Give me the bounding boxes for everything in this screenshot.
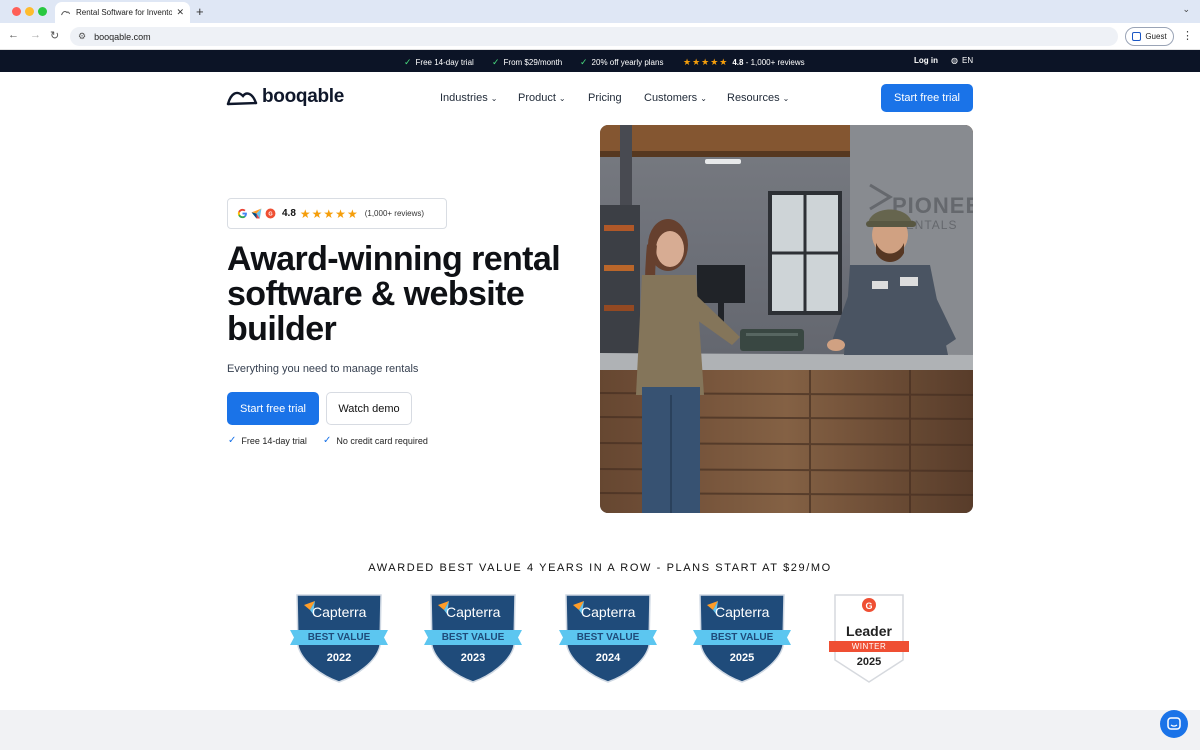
- tab-title: Rental Software for Inventory: [76, 8, 173, 17]
- minimize-window-button[interactable]: [25, 7, 34, 16]
- review-count: (1,000+ reviews): [364, 209, 425, 218]
- badge-label: BEST VALUE: [576, 632, 640, 643]
- nav-industries[interactable]: Industries ⌄: [440, 92, 497, 104]
- hero-subtitle: Everything you need to manage rentals: [227, 363, 419, 375]
- capterra-icon: [251, 208, 262, 219]
- g2-icon: G: [265, 208, 276, 219]
- capterra-brand: Capterra: [581, 604, 636, 620]
- announcement-item: ✓ From $29/month: [492, 57, 563, 67]
- hero-check-item: ✓ No credit card required: [323, 435, 428, 446]
- chevron-down-icon: ⌄: [700, 93, 707, 103]
- chat-icon: [1167, 717, 1181, 730]
- browser-tab[interactable]: Rental Software for Inventory ✕: [55, 2, 190, 23]
- nav-product[interactable]: Product ⌄: [518, 92, 566, 104]
- check-icon: ✓: [404, 57, 412, 67]
- badge-year: 2024: [595, 652, 621, 664]
- badge-label: BEST VALUE: [307, 632, 371, 643]
- language-selector[interactable]: ◍ EN: [951, 56, 973, 65]
- nav-customers[interactable]: Customers ⌄: [644, 92, 707, 104]
- star-rating-icon: ★★★★★: [299, 206, 359, 221]
- g2-year: 2025: [856, 656, 882, 668]
- back-arrow-icon[interactable]: ←: [8, 29, 19, 41]
- badge-year: 2022: [326, 652, 352, 664]
- capterra-brand: Capterra: [312, 604, 367, 620]
- booqable-logo-icon: [226, 91, 258, 106]
- browser-toolbar: ← → ↻ ⚙ booqable.com Guest ⋮: [0, 23, 1200, 50]
- check-icon: ✓: [492, 57, 500, 67]
- g2-leader-badge: G Leader WINTER 2025: [829, 594, 909, 689]
- login-link[interactable]: Log in: [914, 56, 938, 65]
- browser-menu-icon[interactable]: ⋮: [1182, 29, 1193, 42]
- chat-launcher-button[interactable]: [1160, 710, 1188, 738]
- capterra-brand: Capterra: [715, 604, 770, 620]
- close-window-button[interactable]: [12, 7, 21, 16]
- next-section-band: [0, 710, 1200, 750]
- header-start-trial-button[interactable]: Start free trial: [881, 84, 973, 112]
- site-settings-icon[interactable]: ⚙: [78, 31, 86, 42]
- url-text: booqable.com: [94, 31, 151, 42]
- booqable-logo[interactable]: booqable: [226, 86, 344, 108]
- chevron-down-icon: ⌄: [782, 93, 790, 103]
- rating-score: 4.8: [282, 208, 296, 219]
- capterra-brand: Capterra: [446, 604, 501, 620]
- browser-tab-strip: Rental Software for Inventory ✕ + ⌄: [0, 0, 1200, 23]
- check-icon: ✓: [580, 57, 588, 67]
- watch-demo-button[interactable]: Watch demo: [326, 392, 412, 425]
- maximize-window-button[interactable]: [38, 7, 47, 16]
- profile-icon: [1132, 32, 1142, 41]
- tab-close-icon[interactable]: ✕: [176, 7, 184, 18]
- tab-search-chevron-icon[interactable]: ⌄: [1182, 4, 1190, 15]
- chevron-down-icon: ⌄: [490, 93, 498, 103]
- announcement-bar: ✓ Free 14-day trial ✓ From $29/month ✓ 2…: [0, 50, 1200, 72]
- g2-title: Leader: [846, 623, 892, 639]
- check-icon: ✓: [323, 435, 332, 446]
- review-rating-badge: G 4.8 ★★★★★ (1,000+ reviews): [227, 198, 447, 229]
- booqable-favicon-icon: [61, 8, 70, 17]
- hero-photo: PIONEE RENTALS: [600, 125, 973, 513]
- announcement-item: ✓ 20% off yearly plans: [580, 57, 664, 67]
- new-tab-button[interactable]: +: [196, 4, 204, 19]
- profile-label: Guest: [1145, 32, 1167, 41]
- g2-season: WINTER: [851, 642, 887, 651]
- capterra-best-value-badge: Capterra BEST VALUE 2025: [693, 594, 791, 689]
- capterra-best-value-badge: Capterra BEST VALUE 2024: [559, 594, 657, 689]
- announcement-rating: ★★★★★ 4.8 - 1,000+ reviews: [683, 57, 805, 67]
- hero-title: Award-winning rental software & website …: [227, 240, 561, 348]
- chevron-down-icon: ⌄: [558, 93, 566, 103]
- nav-pricing[interactable]: Pricing: [588, 92, 622, 104]
- svg-text:G: G: [268, 212, 272, 218]
- logo-text: booqable: [262, 86, 345, 107]
- badge-label: BEST VALUE: [710, 632, 774, 643]
- profile-button[interactable]: Guest: [1125, 27, 1174, 46]
- badge-year: 2025: [729, 652, 755, 664]
- awards-heading: AWARDED BEST VALUE 4 YEARS IN A ROW - PL…: [368, 562, 832, 574]
- reload-icon[interactable]: ↻: [50, 29, 59, 42]
- capterra-best-value-badge: Capterra BEST VALUE 2022: [290, 594, 388, 689]
- address-bar[interactable]: ⚙ booqable.com: [70, 27, 1118, 46]
- badge-label: BEST VALUE: [441, 632, 505, 643]
- announcement-item: ✓ Free 14-day trial: [404, 57, 474, 67]
- star-rating-icon: ★★★★★: [683, 57, 729, 67]
- forward-arrow-icon[interactable]: →: [30, 29, 41, 41]
- capterra-best-value-badge: Capterra BEST VALUE 2023: [424, 594, 522, 689]
- badge-year: 2023: [460, 652, 486, 664]
- hero-check-item: ✓ Free 14-day trial: [228, 435, 307, 446]
- check-icon: ✓: [228, 435, 237, 446]
- globe-icon: ◍: [951, 56, 958, 65]
- hero-start-trial-button[interactable]: Start free trial: [227, 392, 319, 425]
- nav-resources[interactable]: Resources ⌄: [727, 92, 789, 104]
- svg-text:G: G: [865, 601, 872, 611]
- google-icon: [237, 208, 247, 219]
